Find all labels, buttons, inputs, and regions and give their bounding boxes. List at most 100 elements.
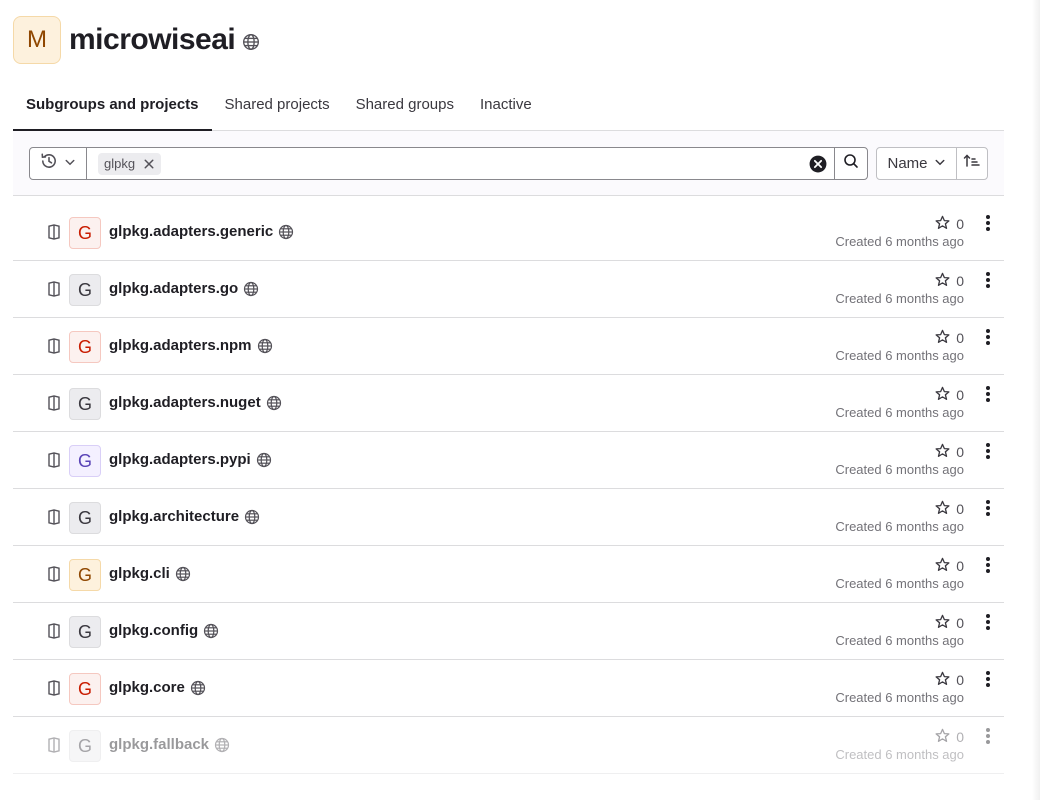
group-title: microwiseai [69, 23, 236, 56]
list-item[interactable]: G glpkg.adapters.nuget 0 Created 6 month… [13, 375, 1004, 432]
created-date: Created 6 months ago [835, 747, 964, 762]
sort-direction-button[interactable] [956, 147, 988, 180]
created-date: Created 6 months ago [835, 234, 964, 249]
project-avatar[interactable]: G [69, 673, 101, 705]
more-vertical-icon [985, 556, 991, 579]
project-name[interactable]: glpkg.adapters.pypi [109, 451, 251, 468]
history-icon [40, 152, 58, 175]
group-tabs: Subgroups and projects Shared projects S… [13, 84, 1004, 131]
project-name[interactable]: glpkg.adapters.nuget [109, 394, 261, 411]
star-icon [935, 557, 950, 575]
more-vertical-icon [985, 328, 991, 351]
list-item[interactable]: G glpkg.config 0 Created 6 months ago [13, 603, 1004, 660]
globe-icon [243, 281, 259, 297]
tab-subgroups-and-projects[interactable]: Subgroups and projects [13, 84, 212, 131]
clear-search-icon[interactable] [808, 154, 828, 174]
project-avatar[interactable]: G [69, 217, 101, 249]
more-vertical-icon [985, 727, 991, 750]
star-count[interactable]: 0 [935, 215, 964, 233]
globe-icon [175, 566, 191, 582]
project-avatar[interactable]: G [69, 331, 101, 363]
star-count[interactable]: 0 [935, 386, 964, 404]
list-item[interactable]: G glpkg.fallback 0 Created 6 months ago [13, 717, 1004, 774]
project-list: G glpkg.adapters.generic 0 Created 6 mon… [13, 204, 1004, 774]
list-item[interactable]: G glpkg.adapters.pypi 0 Created 6 months… [13, 432, 1004, 489]
star-icon [935, 272, 950, 290]
star-icon [935, 443, 950, 461]
star-count[interactable]: 0 [935, 500, 964, 518]
project-icon [46, 736, 62, 759]
project-avatar[interactable]: G [69, 274, 101, 306]
created-date: Created 6 months ago [835, 690, 964, 705]
remove-token-icon[interactable] [143, 158, 155, 170]
created-date: Created 6 months ago [835, 291, 964, 306]
list-item[interactable]: G glpkg.adapters.npm 0 Created 6 months … [13, 318, 1004, 375]
globe-icon [257, 338, 273, 354]
filtered-search-input[interactable]: glpkg [86, 147, 835, 180]
star-count[interactable]: 0 [935, 272, 964, 290]
sort-label: Name [887, 155, 928, 172]
star-count[interactable]: 0 [935, 329, 964, 347]
project-avatar[interactable]: G [69, 616, 101, 648]
project-name[interactable]: glpkg.config [109, 622, 198, 639]
page-edge-shadow [1032, 0, 1040, 800]
more-actions-button[interactable] [978, 328, 998, 351]
more-actions-button[interactable] [978, 499, 998, 520]
globe-icon [190, 680, 206, 696]
more-actions-button[interactable] [978, 613, 998, 634]
star-count-value: 0 [956, 672, 964, 688]
list-item[interactable]: G glpkg.cli 0 Created 6 months ago [13, 546, 1004, 603]
project-name[interactable]: glpkg.adapters.npm [109, 337, 252, 354]
project-name[interactable]: glpkg.architecture [109, 508, 239, 525]
project-avatar[interactable]: G [69, 388, 101, 420]
recent-searches-button[interactable] [29, 147, 87, 180]
chevron-down-icon [934, 155, 946, 172]
more-actions-button[interactable] [978, 727, 998, 750]
star-count-value: 0 [956, 330, 964, 346]
tab-shared-projects[interactable]: Shared projects [212, 84, 343, 130]
sort-ascending-icon [963, 153, 981, 174]
star-count[interactable]: 0 [935, 443, 964, 461]
project-avatar[interactable]: G [69, 730, 101, 762]
star-count[interactable]: 0 [935, 728, 964, 746]
more-actions-button[interactable] [978, 556, 998, 579]
project-name[interactable]: glpkg.cli [109, 565, 170, 582]
star-count-value: 0 [956, 216, 964, 232]
star-count-value: 0 [956, 273, 964, 289]
more-vertical-icon [985, 442, 991, 465]
star-icon [935, 329, 950, 347]
group-header: M microwiseai [13, 16, 260, 64]
created-date: Created 6 months ago [835, 519, 964, 534]
star-count-value: 0 [956, 615, 964, 631]
star-count[interactable]: 0 [935, 671, 964, 689]
list-item[interactable]: G glpkg.core 0 Created 6 months ago [13, 660, 1004, 717]
project-avatar[interactable]: G [69, 445, 101, 477]
more-actions-button[interactable] [978, 271, 998, 292]
project-icon [46, 280, 62, 303]
star-count-value: 0 [956, 501, 964, 517]
search-token-value: glpkg [104, 156, 136, 171]
more-actions-button[interactable] [978, 670, 998, 691]
list-item[interactable]: G glpkg.architecture 0 Created 6 months … [13, 489, 1004, 546]
more-actions-button[interactable] [978, 442, 998, 465]
project-icon [46, 337, 62, 360]
star-count[interactable]: 0 [935, 557, 964, 575]
sort-dropdown[interactable]: Name [876, 147, 957, 180]
project-name[interactable]: glpkg.adapters.go [109, 280, 238, 297]
tab-inactive[interactable]: Inactive [467, 84, 545, 130]
project-name[interactable]: glpkg.adapters.generic [109, 223, 273, 240]
more-actions-button[interactable] [978, 385, 998, 406]
search-icon [843, 153, 859, 174]
project-avatar[interactable]: G [69, 559, 101, 591]
list-item[interactable]: G glpkg.adapters.generic 0 Created 6 mon… [13, 204, 1004, 261]
search-button[interactable] [834, 147, 868, 180]
tab-shared-groups[interactable]: Shared groups [343, 84, 467, 130]
project-name[interactable]: glpkg.core [109, 679, 185, 696]
star-count[interactable]: 0 [935, 614, 964, 632]
search-token[interactable]: glpkg [98, 152, 162, 175]
project-avatar[interactable]: G [69, 502, 101, 534]
project-name[interactable]: glpkg.fallback [109, 736, 209, 753]
group-avatar[interactable]: M [13, 16, 61, 64]
more-actions-button[interactable] [978, 214, 998, 235]
list-item[interactable]: G glpkg.adapters.go 0 Created 6 months a… [13, 261, 1004, 318]
